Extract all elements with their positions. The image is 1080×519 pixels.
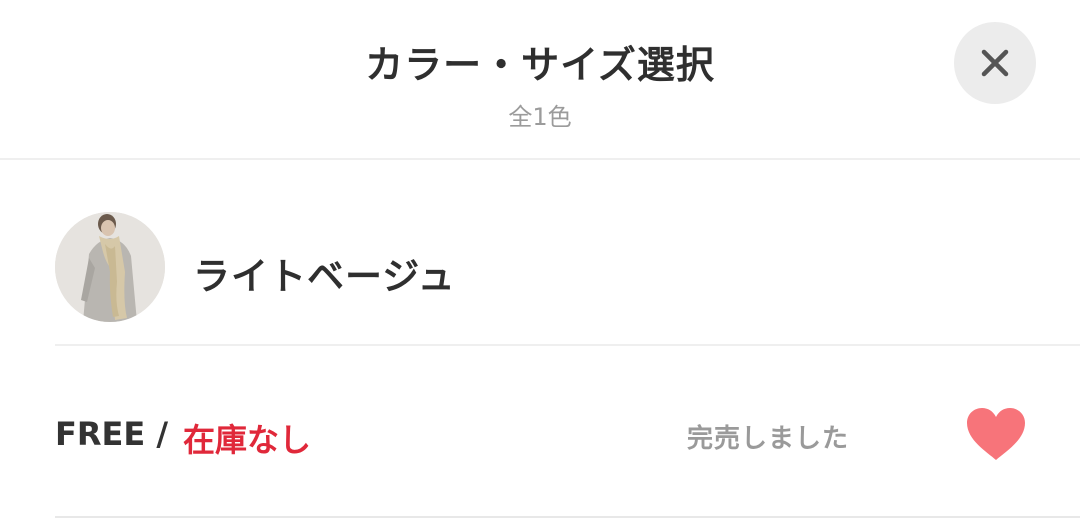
bottom-divider [55, 516, 1080, 518]
heart-icon [967, 408, 1025, 460]
sheet-header: カラー・サイズ選択 全1色 [0, 0, 1080, 158]
stock-status: 在庫なし [183, 421, 312, 459]
color-option-row[interactable]: ライトベージュ [0, 160, 1080, 346]
color-size-selection-sheet: カラー・サイズ選択 全1色 ライトベージュ FREE / 在庫なし 完売しました [0, 0, 1080, 519]
color-count: 全1色 [508, 103, 572, 131]
size-option-row: FREE / 在庫なし 完売しました [0, 346, 1080, 516]
color-name: ライトベージュ [193, 255, 456, 298]
sheet-title: カラー・サイズ選択 [365, 43, 715, 87]
close-button[interactable] [954, 22, 1036, 104]
size-label: FREE / [55, 415, 169, 453]
close-icon [981, 49, 1009, 77]
sold-out-text: 完売しました [687, 424, 850, 454]
product-thumbnail [55, 212, 165, 322]
favorite-button[interactable] [965, 406, 1027, 462]
